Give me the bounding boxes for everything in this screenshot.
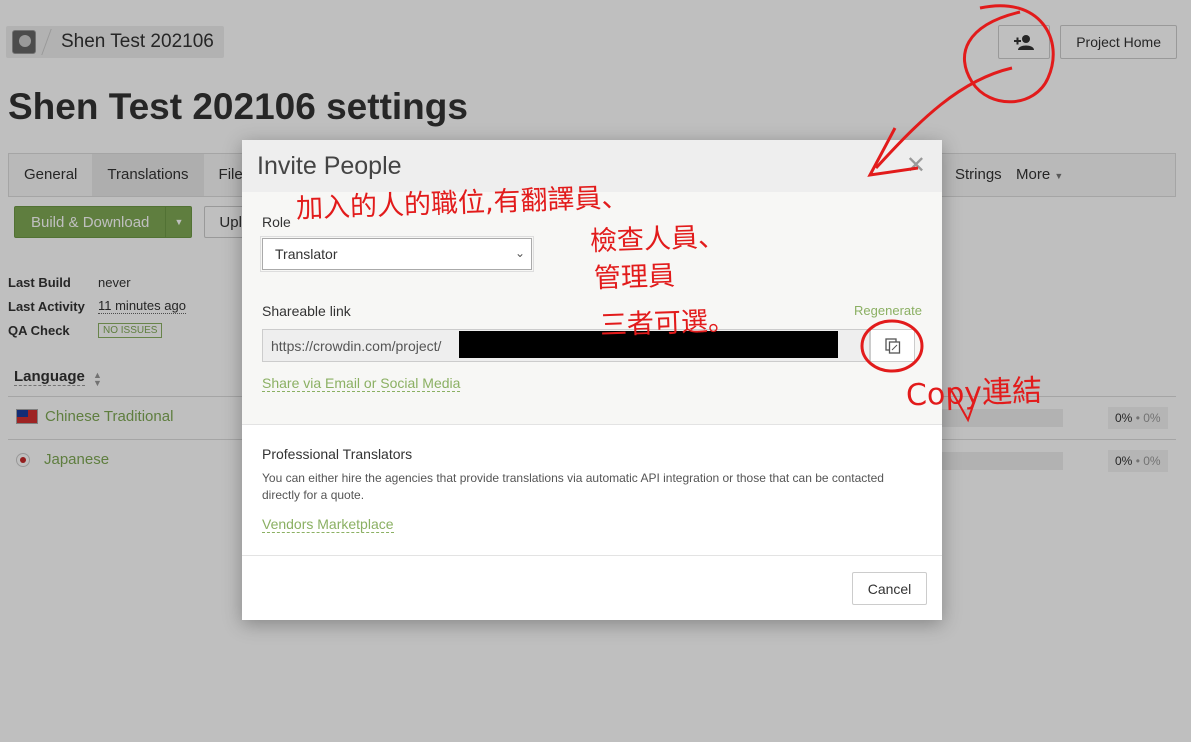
role-select[interactable]: Translator ⌄ <box>260 236 534 272</box>
copy-icon <box>884 337 900 354</box>
annotation-role-note: 管理員 <box>593 259 675 298</box>
cancel-button[interactable]: Cancel <box>852 572 927 605</box>
annotation-copy-note: Copy連結 <box>905 373 1043 414</box>
annotation-line: 三者可選。 <box>599 305 736 342</box>
regenerate-link[interactable]: Regenerate <box>854 303 922 318</box>
role-label: Role <box>262 214 291 230</box>
share-via-email-link[interactable]: Share via Email or Social Media <box>262 375 461 392</box>
shareable-link-label: Shareable link <box>262 303 351 319</box>
dialog-title: Invite People <box>257 151 402 180</box>
role-select-value: Translator <box>275 246 338 262</box>
annotation-role-note: 檢查人員、 <box>589 220 725 261</box>
professional-translators-title: Professional Translators <box>262 446 413 462</box>
annotation-line: 管理員 <box>593 260 676 295</box>
professional-translators-description: You can either hire the agencies that pr… <box>262 471 884 502</box>
chevron-down-icon: ⌄ <box>514 246 525 260</box>
copy-link-button[interactable] <box>870 329 915 362</box>
vendors-marketplace-link[interactable]: Vendors Marketplace <box>262 516 394 533</box>
shareable-link-prefix: https://crowdin.com/project/ <box>271 337 442 354</box>
close-icon[interactable]: ✕ <box>906 154 926 178</box>
annotation-role-note: 三者可選。 <box>599 304 735 345</box>
annotation-line: 檢查人員、 <box>589 221 726 258</box>
dialog-footer: Cancel <box>242 555 942 620</box>
